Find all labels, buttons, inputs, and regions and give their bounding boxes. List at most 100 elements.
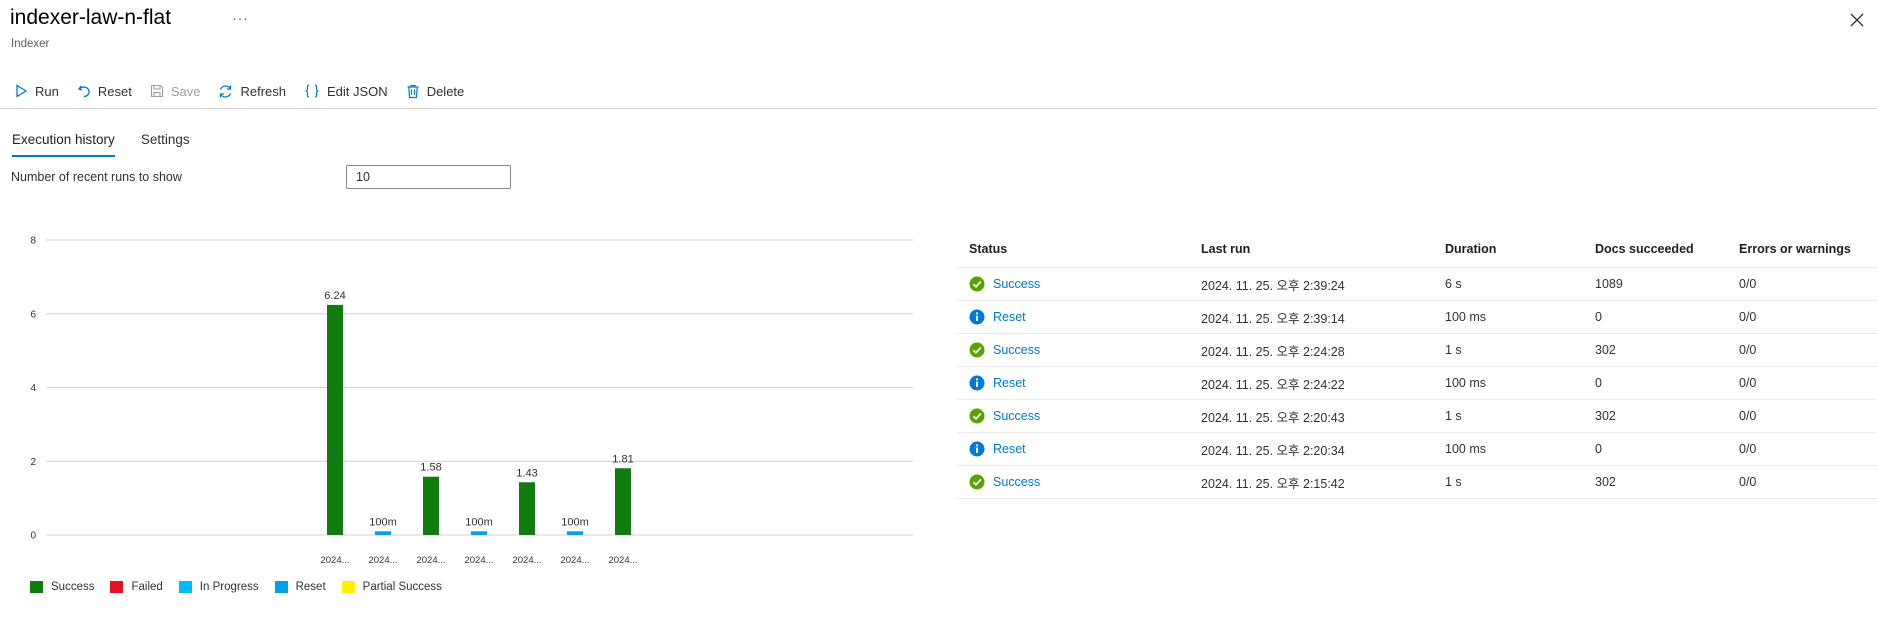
undo-icon — [77, 85, 90, 98]
info-icon — [969, 441, 985, 457]
status-link[interactable]: Success — [993, 475, 1040, 489]
column-header-duration[interactable]: Duration — [1445, 242, 1595, 256]
chart-bar[interactable] — [519, 482, 535, 535]
chart-bar[interactable] — [471, 531, 487, 535]
table-row[interactable]: Reset 2024. 11. 25. 오후 2:39:14 100 ms 0 0/0 — [957, 301, 1877, 334]
table-row[interactable]: Success 2024. 11. 25. 오후 2:15:42 1 s 302 0/0 — [957, 466, 1877, 499]
delete-button[interactable]: Delete — [406, 84, 464, 99]
chart-bar[interactable] — [327, 304, 343, 535]
duration-cell: 1 s — [1445, 475, 1462, 489]
errors-warnings-cell: 0/0 — [1739, 310, 1757, 324]
x-tick-label: 2024... — [368, 555, 397, 566]
bar-value-label: 100m — [465, 516, 493, 528]
column-header-errors-warnings[interactable]: Errors or warnings — [1739, 242, 1877, 256]
table-row[interactable]: Success 2024. 11. 25. 오후 2:24:28 1 s 302 0/0 — [957, 334, 1877, 367]
edit-json-label: Edit JSON — [327, 83, 388, 99]
refresh-label: Refresh — [240, 83, 286, 99]
last-run-cell: 2024. 11. 25. 오후 2:39:24 — [1201, 278, 1345, 293]
chart-bar[interactable] — [567, 531, 583, 535]
legend-label: In Progress — [199, 581, 259, 593]
duration-cell: 100 ms — [1445, 376, 1486, 390]
more-options-button[interactable]: ··· — [232, 10, 249, 26]
chart-bar[interactable] — [615, 468, 631, 535]
save-icon — [150, 84, 163, 98]
save-button[interactable]: Save — [150, 83, 201, 99]
status-cell: Reset — [957, 375, 1201, 391]
legend-item-success[interactable]: Success — [30, 581, 94, 593]
reset-button[interactable]: Reset — [77, 84, 132, 99]
tab-list: Execution history Settings — [12, 132, 216, 157]
x-tick-label: 2024... — [464, 555, 493, 566]
status-link[interactable]: Success — [993, 409, 1040, 423]
docs-succeeded-cell: 302 — [1595, 475, 1616, 489]
legend-swatch-success — [30, 581, 43, 593]
table-header: Status Last run Duration Docs succeeded … — [957, 230, 1877, 268]
last-run-cell: 2024. 11. 25. 오후 2:20:43 — [1201, 410, 1345, 425]
success-icon — [969, 276, 985, 292]
y-tick-label: 6 — [30, 309, 36, 320]
legend-item-partial-success[interactable]: Partial Success — [341, 581, 442, 593]
refresh-icon — [220, 84, 232, 98]
y-tick-label: 0 — [30, 531, 36, 542]
x-tick-label: 2024... — [560, 555, 589, 566]
errors-warnings-cell: 0/0 — [1739, 442, 1757, 456]
status-link[interactable]: Success — [993, 277, 1040, 291]
page-subtitle: Indexer — [11, 38, 50, 50]
status-cell: Success — [957, 408, 1201, 424]
status-cell: Success — [957, 474, 1201, 490]
docs-succeeded-cell: 302 — [1595, 409, 1616, 423]
table-row[interactable]: Reset 2024. 11. 25. 오후 2:24:22 100 ms 0 0/0 — [957, 367, 1877, 400]
y-tick-label: 4 — [30, 383, 36, 394]
last-run-cell: 2024. 11. 25. 오후 2:20:34 — [1201, 443, 1345, 458]
errors-warnings-cell: 0/0 — [1739, 409, 1757, 423]
close-icon[interactable] — [1849, 12, 1865, 28]
status-link[interactable]: Reset — [993, 442, 1026, 456]
table-row[interactable]: Success 2024. 11. 25. 오후 2:20:43 1 s 302 0/0 — [957, 400, 1877, 433]
chart-bar[interactable] — [423, 476, 439, 535]
legend-label: Failed — [131, 581, 163, 593]
edit-json-button[interactable]: Edit JSON — [304, 84, 388, 99]
column-header-last-run[interactable]: Last run — [1201, 242, 1445, 256]
legend-swatch-failed — [110, 581, 124, 593]
chart-legend: Success Failed In Progress Reset Partial… — [30, 581, 458, 593]
docs-succeeded-cell: 0 — [1595, 442, 1602, 456]
legend-item-in-progress[interactable]: In Progress — [178, 581, 259, 593]
errors-warnings-cell: 0/0 — [1739, 343, 1757, 357]
tab-settings[interactable]: Settings — [141, 132, 190, 157]
table-body: Success 2024. 11. 25. 오후 2:39:24 6 s 1089 0/… — [957, 268, 1877, 499]
bar-value-label: 100m — [369, 516, 397, 528]
x-tick-label: 2024... — [320, 555, 349, 566]
x-tick-label: 2024... — [416, 555, 445, 566]
bar-value-label: 1.43 — [516, 467, 537, 479]
chart-bar[interactable] — [375, 531, 391, 535]
legend-item-reset[interactable]: Reset — [274, 581, 326, 593]
runs-count-input[interactable] — [346, 165, 511, 189]
x-tick-label: 2024... — [512, 555, 541, 566]
run-button[interactable]: Run — [14, 84, 59, 99]
status-link[interactable]: Reset — [993, 310, 1026, 324]
bar-value-label: 1.81 — [612, 453, 633, 465]
status-cell: Reset — [957, 441, 1201, 457]
column-header-docs-succeeded[interactable]: Docs succeeded — [1595, 242, 1739, 256]
docs-succeeded-cell: 1089 — [1595, 277, 1623, 291]
errors-warnings-cell: 0/0 — [1739, 475, 1757, 489]
duration-cell: 6 s — [1445, 277, 1462, 291]
status-link[interactable]: Success — [993, 343, 1040, 357]
tab-execution-history[interactable]: Execution history — [12, 132, 115, 157]
legend-swatch-in-progress — [178, 581, 192, 593]
legend-label: Reset — [295, 581, 326, 593]
execution-history-chart: 0 2 4 6 8 6.24 2024... 100m 2024... 1.58 2024... 10… — [30, 236, 913, 566]
refresh-button[interactable]: Refresh — [218, 84, 286, 99]
legend-item-failed[interactable]: Failed — [110, 581, 163, 593]
table-row[interactable]: Reset 2024. 11. 25. 오후 2:20:34 100 ms 0 0/0 — [957, 433, 1877, 466]
success-icon — [969, 408, 985, 424]
bar-value-label: 100m — [561, 516, 589, 528]
status-link[interactable]: Reset — [993, 376, 1026, 390]
column-header-status[interactable]: Status — [957, 242, 1201, 256]
play-icon — [16, 84, 28, 98]
legend-label: Partial Success — [362, 581, 442, 593]
table-row[interactable]: Success 2024. 11. 25. 오후 2:39:24 6 s 1089 0/… — [957, 268, 1877, 301]
save-label: Save — [170, 83, 201, 99]
status-cell: Success — [957, 342, 1201, 358]
last-run-cell: 2024. 11. 25. 오후 2:24:28 — [1201, 344, 1345, 359]
